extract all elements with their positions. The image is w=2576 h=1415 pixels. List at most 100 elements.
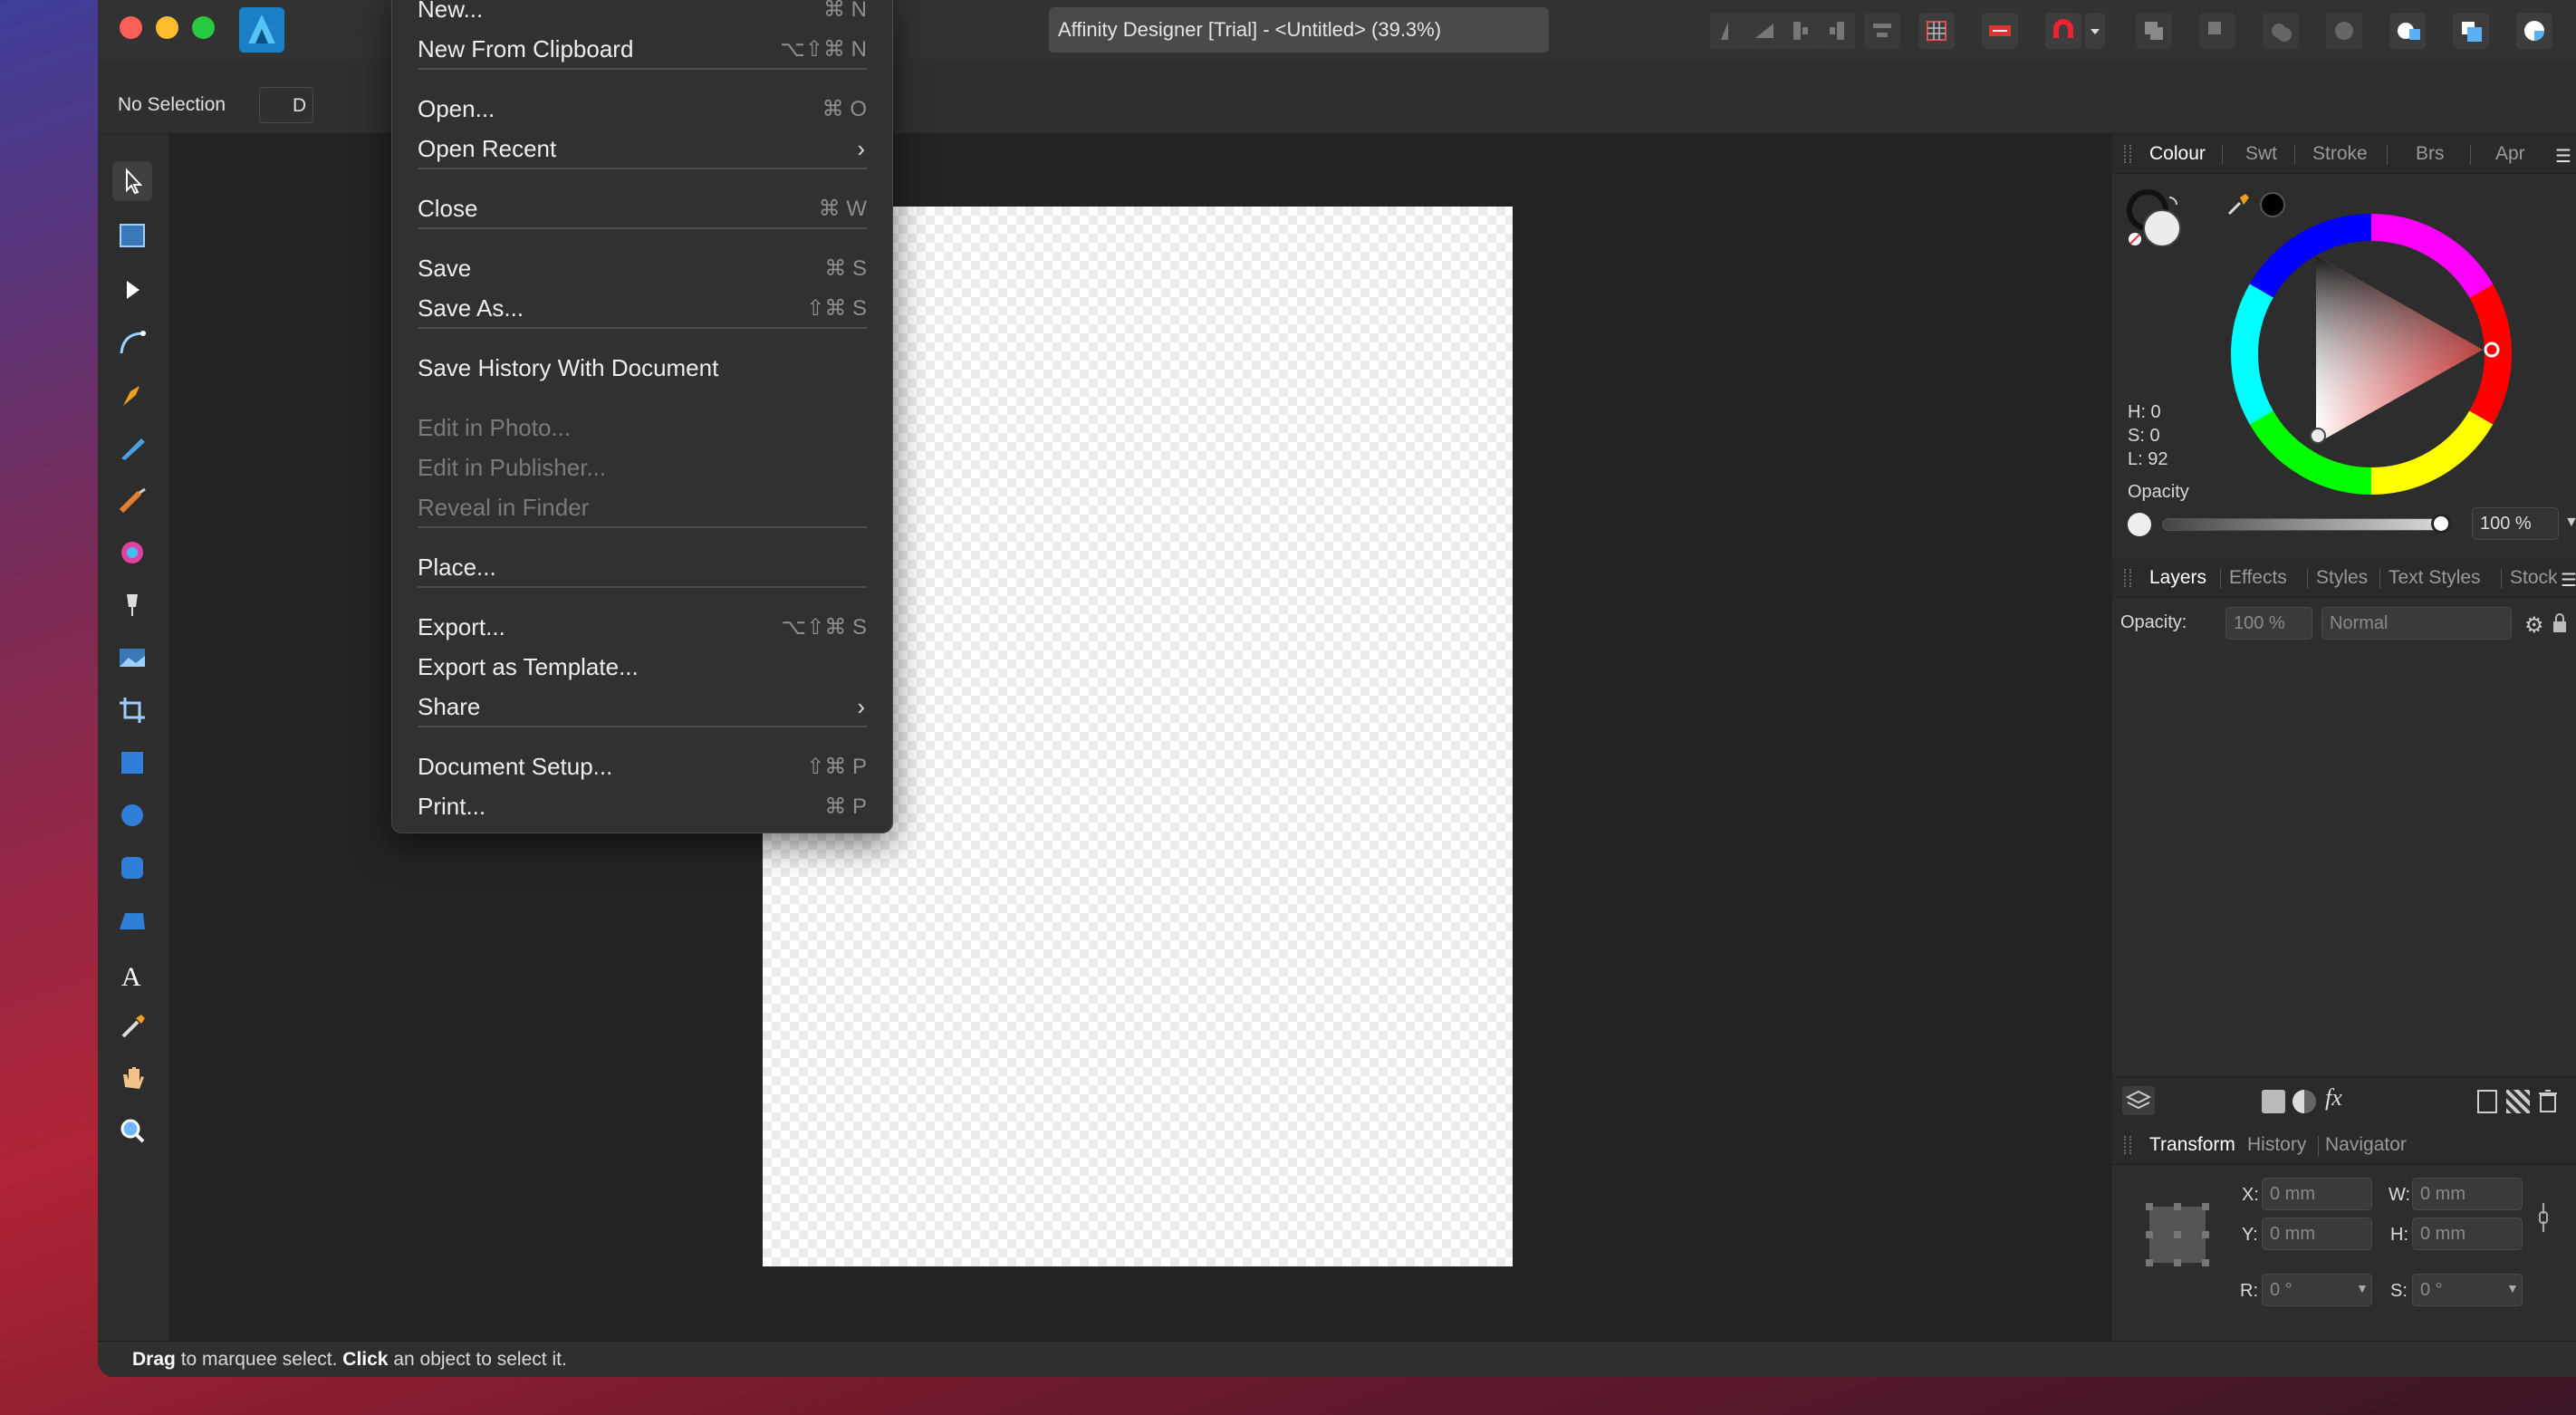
opacity-slider[interactable] (2162, 514, 2451, 534)
mask-layer-icon[interactable] (2262, 1090, 2285, 1113)
lock-aspect-ratio-link-icon[interactable] (2537, 1199, 2550, 1236)
add-group-icon[interactable] (2506, 1090, 2530, 1113)
snapping-magnet-icon[interactable] (2045, 13, 2081, 49)
fx-effects-icon[interactable]: fx (2325, 1084, 2342, 1112)
rectangle-tool-icon[interactable] (112, 743, 152, 783)
tab-history[interactable]: History (2247, 1134, 2306, 1156)
pen-tool-icon[interactable] (112, 375, 152, 415)
snapping-options-chevron-icon[interactable] (2085, 13, 2105, 49)
opacity-dropdown-chevron-icon[interactable]: ▼ (2564, 515, 2576, 531)
shear-dropdown-chevron-icon[interactable]: ▼ (2506, 1281, 2519, 1295)
tab-text-styles[interactable]: Text Styles (2389, 567, 2481, 589)
artboard-tool-icon[interactable] (112, 216, 152, 255)
width-field[interactable]: 0 mm (2412, 1178, 2523, 1210)
corner-tool-icon[interactable] (112, 322, 152, 362)
tab-appearance[interactable]: Apr (2495, 143, 2525, 165)
pencil-tool-icon[interactable] (112, 428, 152, 467)
boolean-intersect-icon[interactable] (2263, 13, 2299, 49)
snapping-grid-icon[interactable] (1918, 13, 1955, 49)
zoom-tool-icon[interactable] (112, 1111, 152, 1150)
menu-item-new[interactable]: New... ⌘ N (392, 0, 892, 28)
menu-item-open[interactable]: Open... ⌘ O (392, 88, 892, 128)
trapezoid-tool-icon[interactable] (112, 900, 152, 940)
tab-stroke[interactable]: Stroke (2312, 143, 2368, 165)
menu-item-document-setup[interactable]: Document Setup... ⇧⌘ P (392, 746, 892, 785)
fill-stroke-wells[interactable] (2126, 188, 2184, 247)
boolean-add-icon[interactable] (2136, 13, 2172, 49)
document-setup-button[interactable]: D (259, 87, 313, 123)
move-tool-icon[interactable] (112, 161, 152, 201)
minimize-window-button[interactable] (156, 16, 178, 39)
node-tool-icon[interactable] (112, 270, 152, 310)
tab-colour[interactable]: Colour (2149, 143, 2206, 165)
insert-top-icon[interactable] (2516, 13, 2552, 49)
tab-brushes[interactable]: Brs (2416, 143, 2445, 165)
menu-item-export[interactable]: Export... ⌥⇧⌘ S (392, 606, 892, 646)
tab-styles[interactable]: Styles (2316, 567, 2368, 589)
vector-brush-tool-icon[interactable] (112, 480, 152, 520)
menu-item-open-recent[interactable]: Open Recent › (392, 128, 892, 168)
tab-navigator[interactable]: Navigator (2325, 1134, 2407, 1156)
colour-wheel[interactable] (2229, 212, 2514, 496)
menu-item-save-as[interactable]: Save As... ⇧⌘ S (392, 287, 892, 327)
panel-grip-handle[interactable] (2124, 1136, 2131, 1154)
panel-menu-icon[interactable]: ☰ (2555, 145, 2571, 168)
blend-mode-select[interactable]: Normal (2321, 607, 2512, 640)
view-tool-hand-icon[interactable] (112, 1058, 152, 1098)
tab-effects[interactable]: Effects (2229, 567, 2287, 589)
flip-horizontal-icon[interactable] (1746, 13, 1783, 49)
add-pixel-layer-icon[interactable] (2477, 1090, 2497, 1113)
menu-item-place[interactable]: Place... (392, 546, 892, 586)
layers-stack-icon[interactable] (2122, 1086, 2155, 1115)
snap-to-pixel-icon[interactable] (1982, 13, 2018, 49)
align-left-icon[interactable] (1710, 13, 1746, 49)
anchor-point-selector[interactable] (2144, 1201, 2211, 1268)
rotation-dropdown-chevron-icon[interactable]: ▼ (2356, 1281, 2369, 1295)
menu-item-save-history-with-document[interactable]: Save History With Document (392, 347, 892, 387)
ellipse-tool-icon[interactable] (112, 795, 152, 835)
transparency-tool-icon[interactable] (112, 585, 152, 625)
zoom-window-button[interactable] (192, 16, 215, 39)
crop-tool-icon[interactable] (112, 690, 152, 730)
menu-item-share[interactable]: Share › (392, 686, 892, 726)
opacity-slider-knob[interactable] (2431, 514, 2451, 534)
rotate-left-icon[interactable] (1783, 13, 1819, 49)
panel-grip-handle[interactable] (2124, 569, 2131, 587)
menu-item-export-as-template[interactable]: Export as Template... (392, 646, 892, 686)
artistic-text-tool-icon[interactable]: A (112, 955, 152, 995)
panel-menu-icon[interactable]: ☰ (2561, 569, 2576, 592)
layer-settings-gear-icon[interactable]: ⚙ (2524, 612, 2544, 639)
panel-grip-handle[interactable] (2124, 145, 2131, 163)
adjustment-layer-icon[interactable] (2292, 1090, 2316, 1113)
menu-item-new-from-clipboard[interactable]: New From Clipboard ⌥⇧⌘ N (392, 28, 892, 68)
menu-item-close[interactable]: Close ⌘ W (392, 188, 892, 227)
opacity-value-field[interactable]: 100 % (2472, 507, 2559, 540)
tab-layers[interactable]: Layers (2149, 567, 2206, 589)
opacity-reset-icon[interactable] (2128, 513, 2151, 536)
boolean-xor-icon[interactable] (2326, 13, 2362, 49)
place-image-tool-icon[interactable] (112, 638, 152, 678)
insert-behind-icon[interactable] (2453, 13, 2489, 49)
boolean-subtract-icon[interactable] (2199, 13, 2235, 49)
rounded-rectangle-tool-icon[interactable] (112, 848, 152, 888)
layers-list[interactable] (2111, 647, 2576, 1076)
height-field[interactable]: 0 mm (2412, 1218, 2523, 1250)
arrange-icon[interactable] (1864, 13, 1900, 49)
rotate-right-icon[interactable] (1819, 13, 1855, 49)
tab-swatches[interactable]: Swt (2245, 143, 2277, 165)
layer-lock-icon[interactable] (2552, 612, 2568, 634)
y-position-field[interactable]: 0 mm (2262, 1218, 2372, 1250)
menu-item-print[interactable]: Print... ⌘ P (392, 785, 892, 825)
file-menu-dropdown: New... ⌘ N New From Clipboard ⌥⇧⌘ N Open... ⌘… (391, 0, 893, 833)
layer-opacity-field[interactable]: 100 % (2225, 607, 2312, 640)
tab-stock[interactable]: Stock (2510, 567, 2558, 589)
affinity-designer-logo-icon[interactable] (239, 7, 284, 53)
x-position-field[interactable]: 0 mm (2262, 1178, 2372, 1210)
colour-picker-tool-icon[interactable] (112, 1006, 152, 1045)
delete-layer-trash-icon[interactable] (2537, 1088, 2559, 1113)
insert-inside-icon[interactable] (2389, 13, 2426, 49)
fill-tool-icon[interactable] (112, 533, 152, 573)
menu-item-save[interactable]: Save ⌘ S (392, 247, 892, 287)
close-window-button[interactable] (120, 16, 142, 39)
tab-transform[interactable]: Transform (2149, 1134, 2235, 1156)
